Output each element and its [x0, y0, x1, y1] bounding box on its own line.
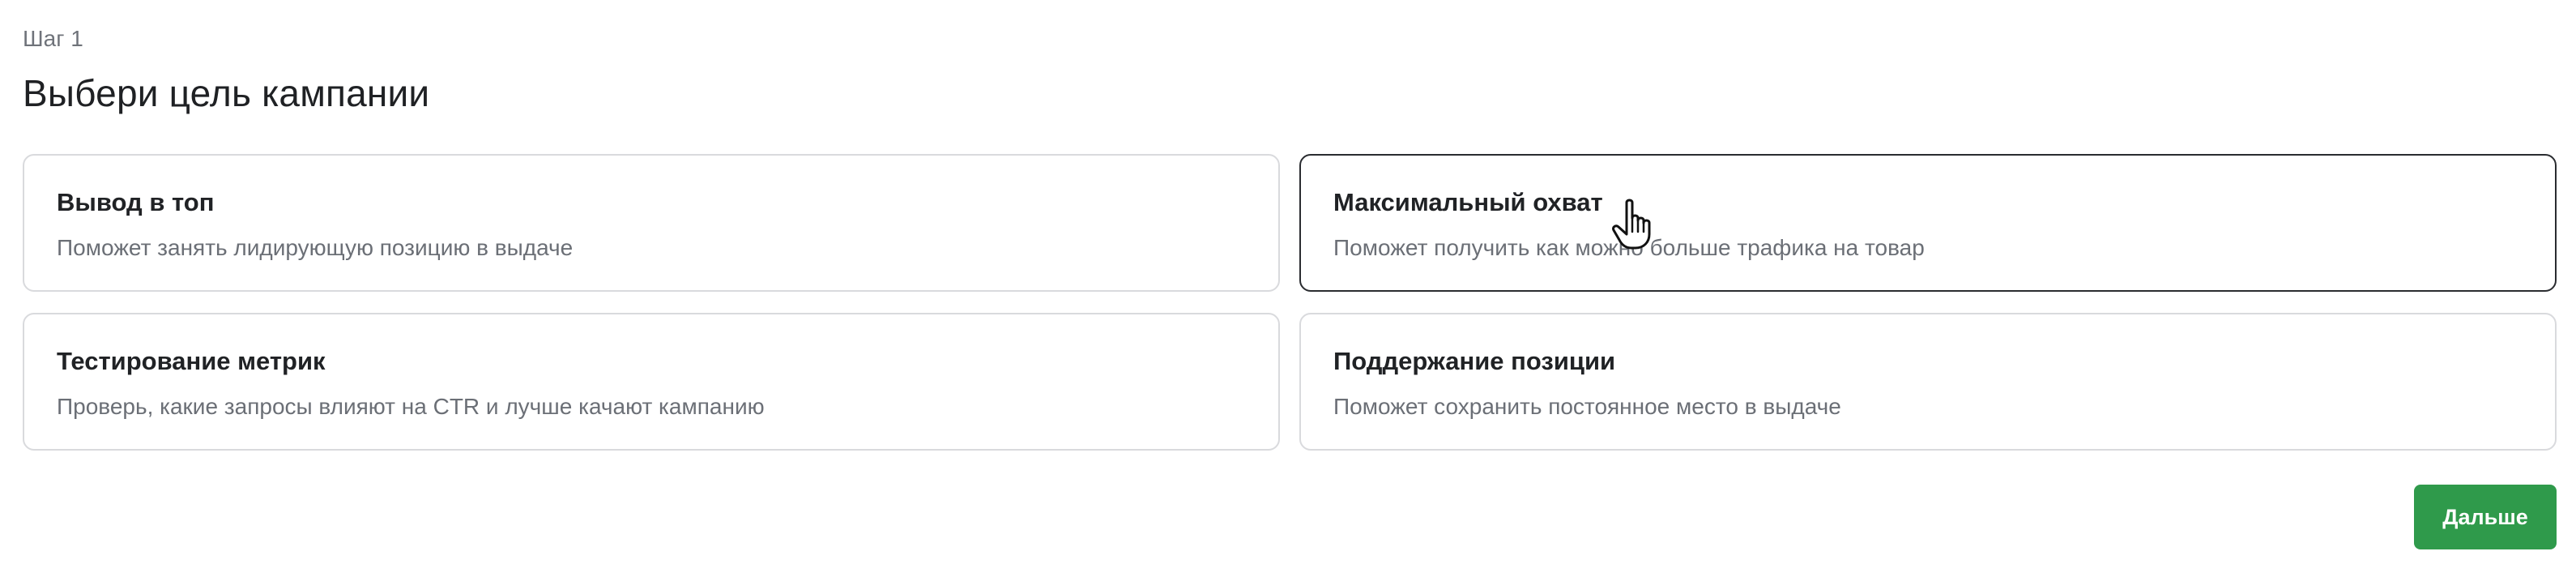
- goal-card-position-support[interactable]: Поддержание позиции Поможет сохранить по…: [1299, 313, 2557, 451]
- goal-card-metrics-testing[interactable]: Тестирование метрик Проверь, какие запро…: [23, 313, 1280, 451]
- campaign-goal-page: Шаг 1 Выбери цель кампании Вывод в топ П…: [0, 0, 2576, 577]
- goal-description: Поможет сохранить постоянное место в выд…: [1333, 394, 1841, 419]
- goal-options-grid: Вывод в топ Поможет занять лидирующую по…: [23, 154, 2557, 451]
- goal-description: Поможет получить как можно больше трафик…: [1333, 235, 1925, 260]
- goal-card-top[interactable]: Вывод в топ Поможет занять лидирующую по…: [23, 154, 1280, 292]
- next-button[interactable]: Дальше: [2414, 485, 2557, 549]
- goal-title: Тестирование метрик: [57, 347, 326, 375]
- step-label: Шаг 1: [23, 26, 83, 51]
- goal-title: Вывод в топ: [57, 188, 215, 216]
- goal-title: Максимальный охват: [1333, 188, 1603, 216]
- page-title: Выбери цель кампании: [23, 72, 430, 114]
- goal-description: Поможет занять лидирующую позицию в выда…: [57, 235, 574, 260]
- goal-description: Проверь, какие запросы влияют на CTR и л…: [57, 394, 765, 419]
- goal-card-max-reach[interactable]: Максимальный охват Поможет получить как …: [1299, 154, 2557, 292]
- goal-title: Поддержание позиции: [1333, 347, 1616, 375]
